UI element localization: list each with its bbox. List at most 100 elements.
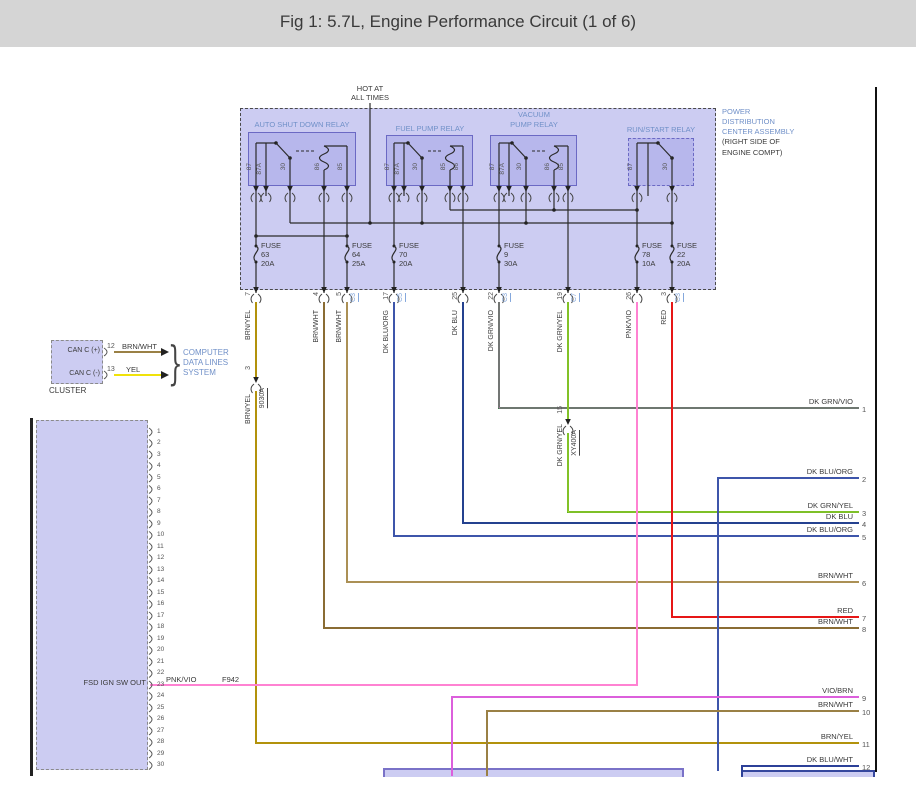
left-connector-pin-number: 24: [157, 692, 164, 699]
fuse-label: FUSE6320A: [261, 241, 281, 268]
left-connector-pin-number: 25: [157, 704, 164, 711]
fsd-ign-sw-out-label: FSD IGN SW OUT: [40, 679, 146, 688]
right-wire-number: 5: [862, 534, 866, 543]
connector-bump-icon: [494, 193, 497, 202]
connector-bump-icon: [251, 193, 254, 202]
right-wire-label: RED: [735, 607, 853, 616]
pdc-pin-connector: C7: [571, 293, 578, 302]
right-wire-label: DK GRN/YEL: [735, 502, 853, 511]
connector-bump-icon: [424, 193, 427, 202]
arrow-down-icon: [401, 186, 407, 192]
right-wire-label: DK BLU/ORG: [735, 468, 853, 477]
arrow-down-icon: [565, 287, 571, 293]
pdc-pin-number: 22: [488, 292, 495, 300]
right-wire-number: 4: [862, 521, 866, 530]
connector-bump-icon: [285, 193, 288, 202]
left-connector-pin-bump: [149, 739, 152, 747]
left-connector-pin-number: 3: [157, 451, 161, 458]
connector-bump-icon: [563, 193, 566, 202]
left-connector-pin-number: 1: [157, 428, 161, 435]
pdc-pin-connector: C3: [502, 293, 509, 302]
relay-pin-label: 86: [315, 163, 322, 170]
junction-dot: [552, 208, 556, 212]
pdc-pin-wire-name: DK BLU/ORG: [383, 310, 390, 353]
fuse-label: FUSE6425A: [352, 241, 372, 268]
arrow-down-icon: [344, 186, 350, 192]
relay-pin-label: 85: [441, 163, 448, 170]
connector-bump-icon: [639, 294, 642, 303]
cluster-pin-12: 12: [107, 343, 115, 351]
system-line2: DATA LINES: [183, 358, 228, 367]
connector-bump-icon: [258, 294, 261, 303]
connector-bump-icon: [406, 193, 409, 202]
fuse-label-line: 22: [677, 250, 685, 259]
pdc-pin-number: 7: [245, 292, 252, 296]
fuse-icon: [635, 246, 639, 262]
fuse-label: FUSE7020A: [399, 241, 419, 268]
right-wire-label: BRN/YEL: [735, 733, 853, 742]
pdc-assembly-label: POWER DISTRIBUTION CENTER ASSEMBLY (RIGH…: [722, 107, 794, 158]
arrow-down-icon: [321, 287, 327, 293]
junction-dot: [524, 221, 528, 225]
arrow-down-icon: [496, 287, 502, 293]
left-connector-pin-number: 22: [157, 669, 164, 676]
fuse-label: FUSE2220A: [677, 241, 697, 268]
right-wire-number: 9: [862, 695, 866, 704]
left-connector-pin-bump: [149, 474, 152, 482]
inline-connector-pin: 15: [557, 406, 564, 414]
left-connector-pin-number: 8: [157, 508, 161, 515]
left-connector-pin-number: 17: [157, 612, 164, 619]
fuse-label-line: FUSE: [642, 241, 662, 250]
diagram-line: [276, 143, 290, 158]
connector-bump-icon: [458, 193, 461, 202]
connector-bump-icon: [556, 193, 559, 202]
left-connector-pin-bump: [149, 762, 152, 770]
arrow-down-icon: [391, 186, 397, 192]
wiring-diagram: HOT AT ALL TIMES POWER DISTRIBUTION CENT…: [0, 0, 916, 797]
connector-bump-icon: [570, 193, 573, 202]
left-connector-pin-number: 14: [157, 577, 164, 584]
left-connector-pin-bump: [149, 532, 152, 540]
left-connector-pin-number: 2: [157, 439, 161, 446]
left-connector-pin-bump: [149, 497, 152, 505]
arrow-down-icon: [321, 186, 327, 192]
fuse-label-line: 64: [352, 250, 360, 259]
left-connector-pin-bump: [149, 428, 152, 436]
junction-dot: [368, 221, 372, 225]
pdc-pin-wire-name: DK GRN/YEL: [557, 310, 564, 352]
system-line1: COMPUTER: [183, 348, 229, 357]
fuse-label-line: 78: [642, 250, 650, 259]
left-connector-pin-number: 15: [157, 589, 164, 596]
connector-bump-icon: [389, 193, 392, 202]
pdc-pin-wire-name: DK GRN/VIO: [488, 310, 495, 351]
left-connector-pin-bump: [149, 589, 152, 597]
left-connector-pin-number: 11: [157, 543, 164, 550]
fuse-label-line: FUSE: [261, 241, 281, 250]
connector-bump-icon: [342, 193, 345, 202]
pdc-pin-wire-name: PNK/VIO: [626, 310, 633, 338]
connector-bump-icon: [639, 193, 642, 202]
right-wire-number: 7: [862, 615, 866, 624]
fuse-label-line: 10A: [642, 259, 655, 268]
relay-name-vacuum-2: PUMP RELAY: [480, 121, 588, 130]
relay-pin-label: 87A: [395, 163, 402, 175]
inline-connector-wire: BRN/YEL: [245, 394, 252, 424]
left-connector-pin-bump: [149, 509, 152, 517]
wire-dk-grn-vio-pin22: [499, 302, 859, 408]
pdc-pin-number: 3: [661, 292, 668, 296]
arrow-down-icon: [669, 186, 675, 192]
relay-pin-label: 87A: [257, 163, 264, 175]
left-connector-pin-bump: [149, 463, 152, 471]
arrow-down-icon: [391, 287, 397, 293]
left-connector-pin-number: 4: [157, 462, 161, 469]
pdc-pin-wire-name: BRN/YEL: [245, 310, 252, 340]
connector-bump-icon: [349, 193, 352, 202]
connector-bump-icon: [504, 193, 507, 202]
system-line3: SYSTEM: [183, 368, 216, 377]
cluster-wire-brnwht-label: BRN/WHT: [122, 343, 157, 352]
left-connector-pin-bump: [149, 704, 152, 712]
connector-bump-icon: [452, 193, 455, 202]
pdc-label-line: POWER: [722, 107, 750, 116]
arrow-down-icon: [287, 186, 293, 192]
right-wire-label: VIO/BRN: [735, 687, 853, 696]
